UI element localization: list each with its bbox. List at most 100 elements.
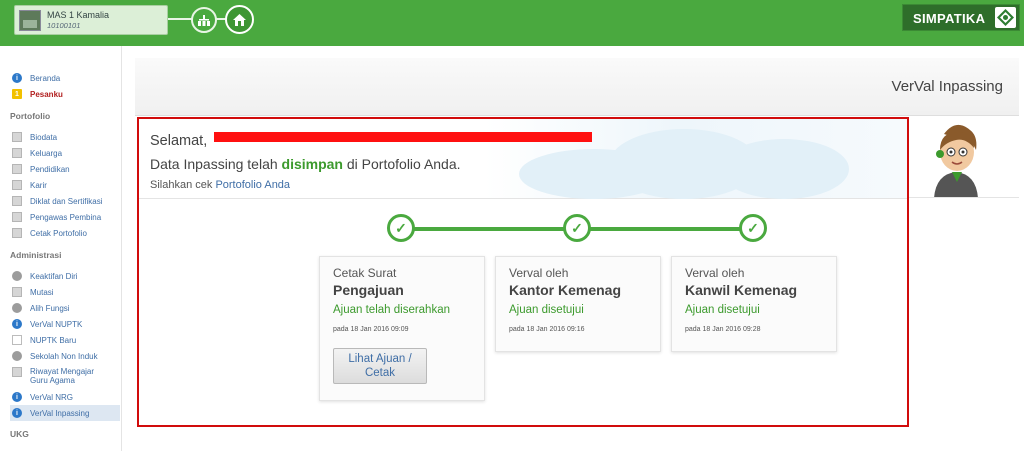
page-title: VerVal Inpassing xyxy=(891,78,1003,95)
step-card-kantor-kemenag: Verval oleh Kantor Kemenag Ajuan disetuj… xyxy=(495,256,661,352)
page-header: VerVal Inpassing xyxy=(135,58,1019,116)
sidebar-item-label: Alih Fungsi xyxy=(30,303,70,313)
document-icon xyxy=(12,367,22,377)
sidebar-item-label: Riwayat Mengajar Guru Agama xyxy=(30,367,95,385)
tree-structure-icon[interactable] xyxy=(191,7,217,33)
sidebar-item-label: Pesanku xyxy=(30,89,63,99)
sidebar-item-riwayat-mengajar[interactable]: Riwayat Mengajar Guru Agama xyxy=(12,367,100,389)
mail-icon: 1 xyxy=(12,89,22,99)
file-icon xyxy=(12,335,22,345)
check-icon: ✓ xyxy=(739,214,767,242)
sidebar-item-pengawas[interactable]: Pengawas Pembina xyxy=(12,210,101,224)
sidebar-item-beranda[interactable]: i Beranda xyxy=(12,71,60,85)
sidebar-item-biodata[interactable]: Biodata xyxy=(12,130,57,144)
portfolio-link[interactable]: Portofolio Anda xyxy=(215,179,290,191)
mascot-avatar xyxy=(926,120,986,200)
sidebar-item-mutasi[interactable]: Mutasi xyxy=(12,285,54,299)
saved-message-suffix: di Portofolio Anda. xyxy=(343,156,461,172)
info-icon: i xyxy=(12,408,22,418)
sidebar-item-label: Karir xyxy=(30,180,47,190)
sidebar-item-label: Beranda xyxy=(30,73,61,83)
step-title: Verval oleh xyxy=(509,266,569,280)
gear-icon xyxy=(12,271,22,281)
document-icon xyxy=(12,148,22,158)
sidebar-heading-portofolio: Portofolio xyxy=(10,111,51,121)
document-icon xyxy=(12,196,22,206)
info-icon: i xyxy=(12,73,22,83)
step-status: Ajuan disetujui xyxy=(685,304,760,316)
step-status: Ajuan disetujui xyxy=(509,304,584,316)
user-switch-icon xyxy=(12,303,22,313)
step-date: pada 18 Jan 2016 09:28 xyxy=(685,326,761,333)
saved-message-bold: disimpan xyxy=(281,156,343,172)
inpassing-status-panel: Selamat, Data Inpassing telah disimpan d… xyxy=(137,117,909,427)
welcome-banner: Selamat, Data Inpassing telah disimpan d… xyxy=(139,119,907,199)
sidebar-item-label: Keaktifan Diri xyxy=(30,271,78,281)
brand-name: SIMPATIKA xyxy=(913,11,986,26)
sidebar-item-label: Keluarga xyxy=(30,148,63,158)
document-icon xyxy=(12,180,22,190)
step-card-kanwil-kemenag: Verval oleh Kanwil Kemenag Ajuan disetuj… xyxy=(671,256,837,352)
school-icon xyxy=(12,351,22,361)
step-date: pada 18 Jan 2016 09:09 xyxy=(333,326,409,333)
sidebar-item-label: VerVal NRG xyxy=(30,392,73,402)
saved-message-prefix: Data Inpassing telah xyxy=(150,156,282,172)
sidebar-item-label: Mutasi xyxy=(30,287,54,297)
nav-connector xyxy=(168,18,192,20)
sidebar-item-verval-nrg[interactable]: i VerVal NRG xyxy=(12,390,73,404)
greeting-text: Selamat, xyxy=(150,133,208,149)
sidebar-item-label: Sekolah Non Induk xyxy=(30,351,98,361)
school-npsn: 10100101 xyxy=(47,21,81,30)
sidebar-item-alih-fungsi[interactable]: Alih Fungsi xyxy=(12,301,70,315)
divider xyxy=(909,197,1019,198)
sidebar-item-label: NUPTK Baru xyxy=(30,335,77,345)
info-icon: i xyxy=(12,392,22,402)
document-icon xyxy=(12,132,22,142)
info-icon: i xyxy=(12,319,22,329)
step-subtitle: Kanwil Kemenag xyxy=(685,282,798,298)
document-icon xyxy=(12,164,22,174)
check-icon: ✓ xyxy=(563,214,591,242)
kemenag-logo-icon xyxy=(995,7,1016,28)
step-subtitle: Kantor Kemenag xyxy=(509,282,622,298)
sidebar-item-label: VerVal NUPTK xyxy=(30,319,83,329)
step-status: Ajuan telah diserahkan xyxy=(333,304,450,316)
transfer-icon xyxy=(12,287,22,297)
top-bar: MAS 1 Kamalia 10100101 SIMPATIKA xyxy=(0,0,1024,46)
sidebar-item-cetak-portofolio[interactable]: Cetak Portofolio xyxy=(12,226,87,240)
sidebar-item-label: VerVal Inpassing xyxy=(30,408,90,418)
sidebar-item-sekolah-non-induk[interactable]: Sekolah Non Induk xyxy=(12,349,98,363)
sidebar: i Beranda 1 Pesanku Portofolio Biodata K… xyxy=(0,46,122,451)
check-portfolio-text: Silahkan cek Portofolio Anda xyxy=(150,179,290,191)
step-date: pada 18 Jan 2016 09:16 xyxy=(509,326,585,333)
sidebar-item-keaktifan[interactable]: Keaktifan Diri xyxy=(12,269,78,283)
sidebar-item-keluarga[interactable]: Keluarga xyxy=(12,146,62,160)
sidebar-item-label: Pengawas Pembina xyxy=(30,212,102,222)
sidebar-item-karir[interactable]: Karir xyxy=(12,178,47,192)
home-icon[interactable] xyxy=(225,5,254,34)
document-icon xyxy=(12,228,22,238)
step-title: Cetak Surat xyxy=(333,266,397,280)
brand-logo[interactable]: SIMPATIKA xyxy=(902,4,1020,31)
sidebar-item-label: Biodata xyxy=(30,132,58,142)
step-subtitle: Pengajuan xyxy=(333,282,404,298)
sidebar-item-label: Diklat dan Sertifikasi xyxy=(30,196,103,206)
school-selector[interactable]: MAS 1 Kamalia 10100101 xyxy=(14,5,168,35)
redacted-name xyxy=(214,132,592,142)
sidebar-item-pesanku[interactable]: 1 Pesanku xyxy=(12,87,63,101)
sidebar-item-diklat[interactable]: Diklat dan Sertifikasi xyxy=(12,194,102,208)
check-icon: ✓ xyxy=(387,214,415,242)
school-photo xyxy=(19,10,41,31)
lihat-ajuan-cetak-button[interactable]: Lihat Ajuan / Cetak xyxy=(333,348,427,384)
school-name: MAS 1 Kamalia xyxy=(47,10,110,20)
sidebar-item-verval-nuptk[interactable]: i VerVal NUPTK xyxy=(12,317,82,331)
sidebar-heading-ukg: UKG xyxy=(10,429,29,439)
sidebar-item-verval-inpassing[interactable]: i VerVal Inpassing xyxy=(10,405,120,421)
step-card-cetak-surat: Cetak Surat Pengajuan Ajuan telah disera… xyxy=(319,256,485,401)
check-portfolio-prefix: Silahkan cek xyxy=(150,179,216,191)
sidebar-item-pendidikan[interactable]: Pendidikan xyxy=(12,162,70,176)
sidebar-item-nuptk-baru[interactable]: NUPTK Baru xyxy=(12,333,76,347)
document-icon xyxy=(12,212,22,222)
saved-message: Data Inpassing telah disimpan di Portofo… xyxy=(150,156,461,172)
sidebar-item-label: Cetak Portofolio xyxy=(30,228,87,238)
